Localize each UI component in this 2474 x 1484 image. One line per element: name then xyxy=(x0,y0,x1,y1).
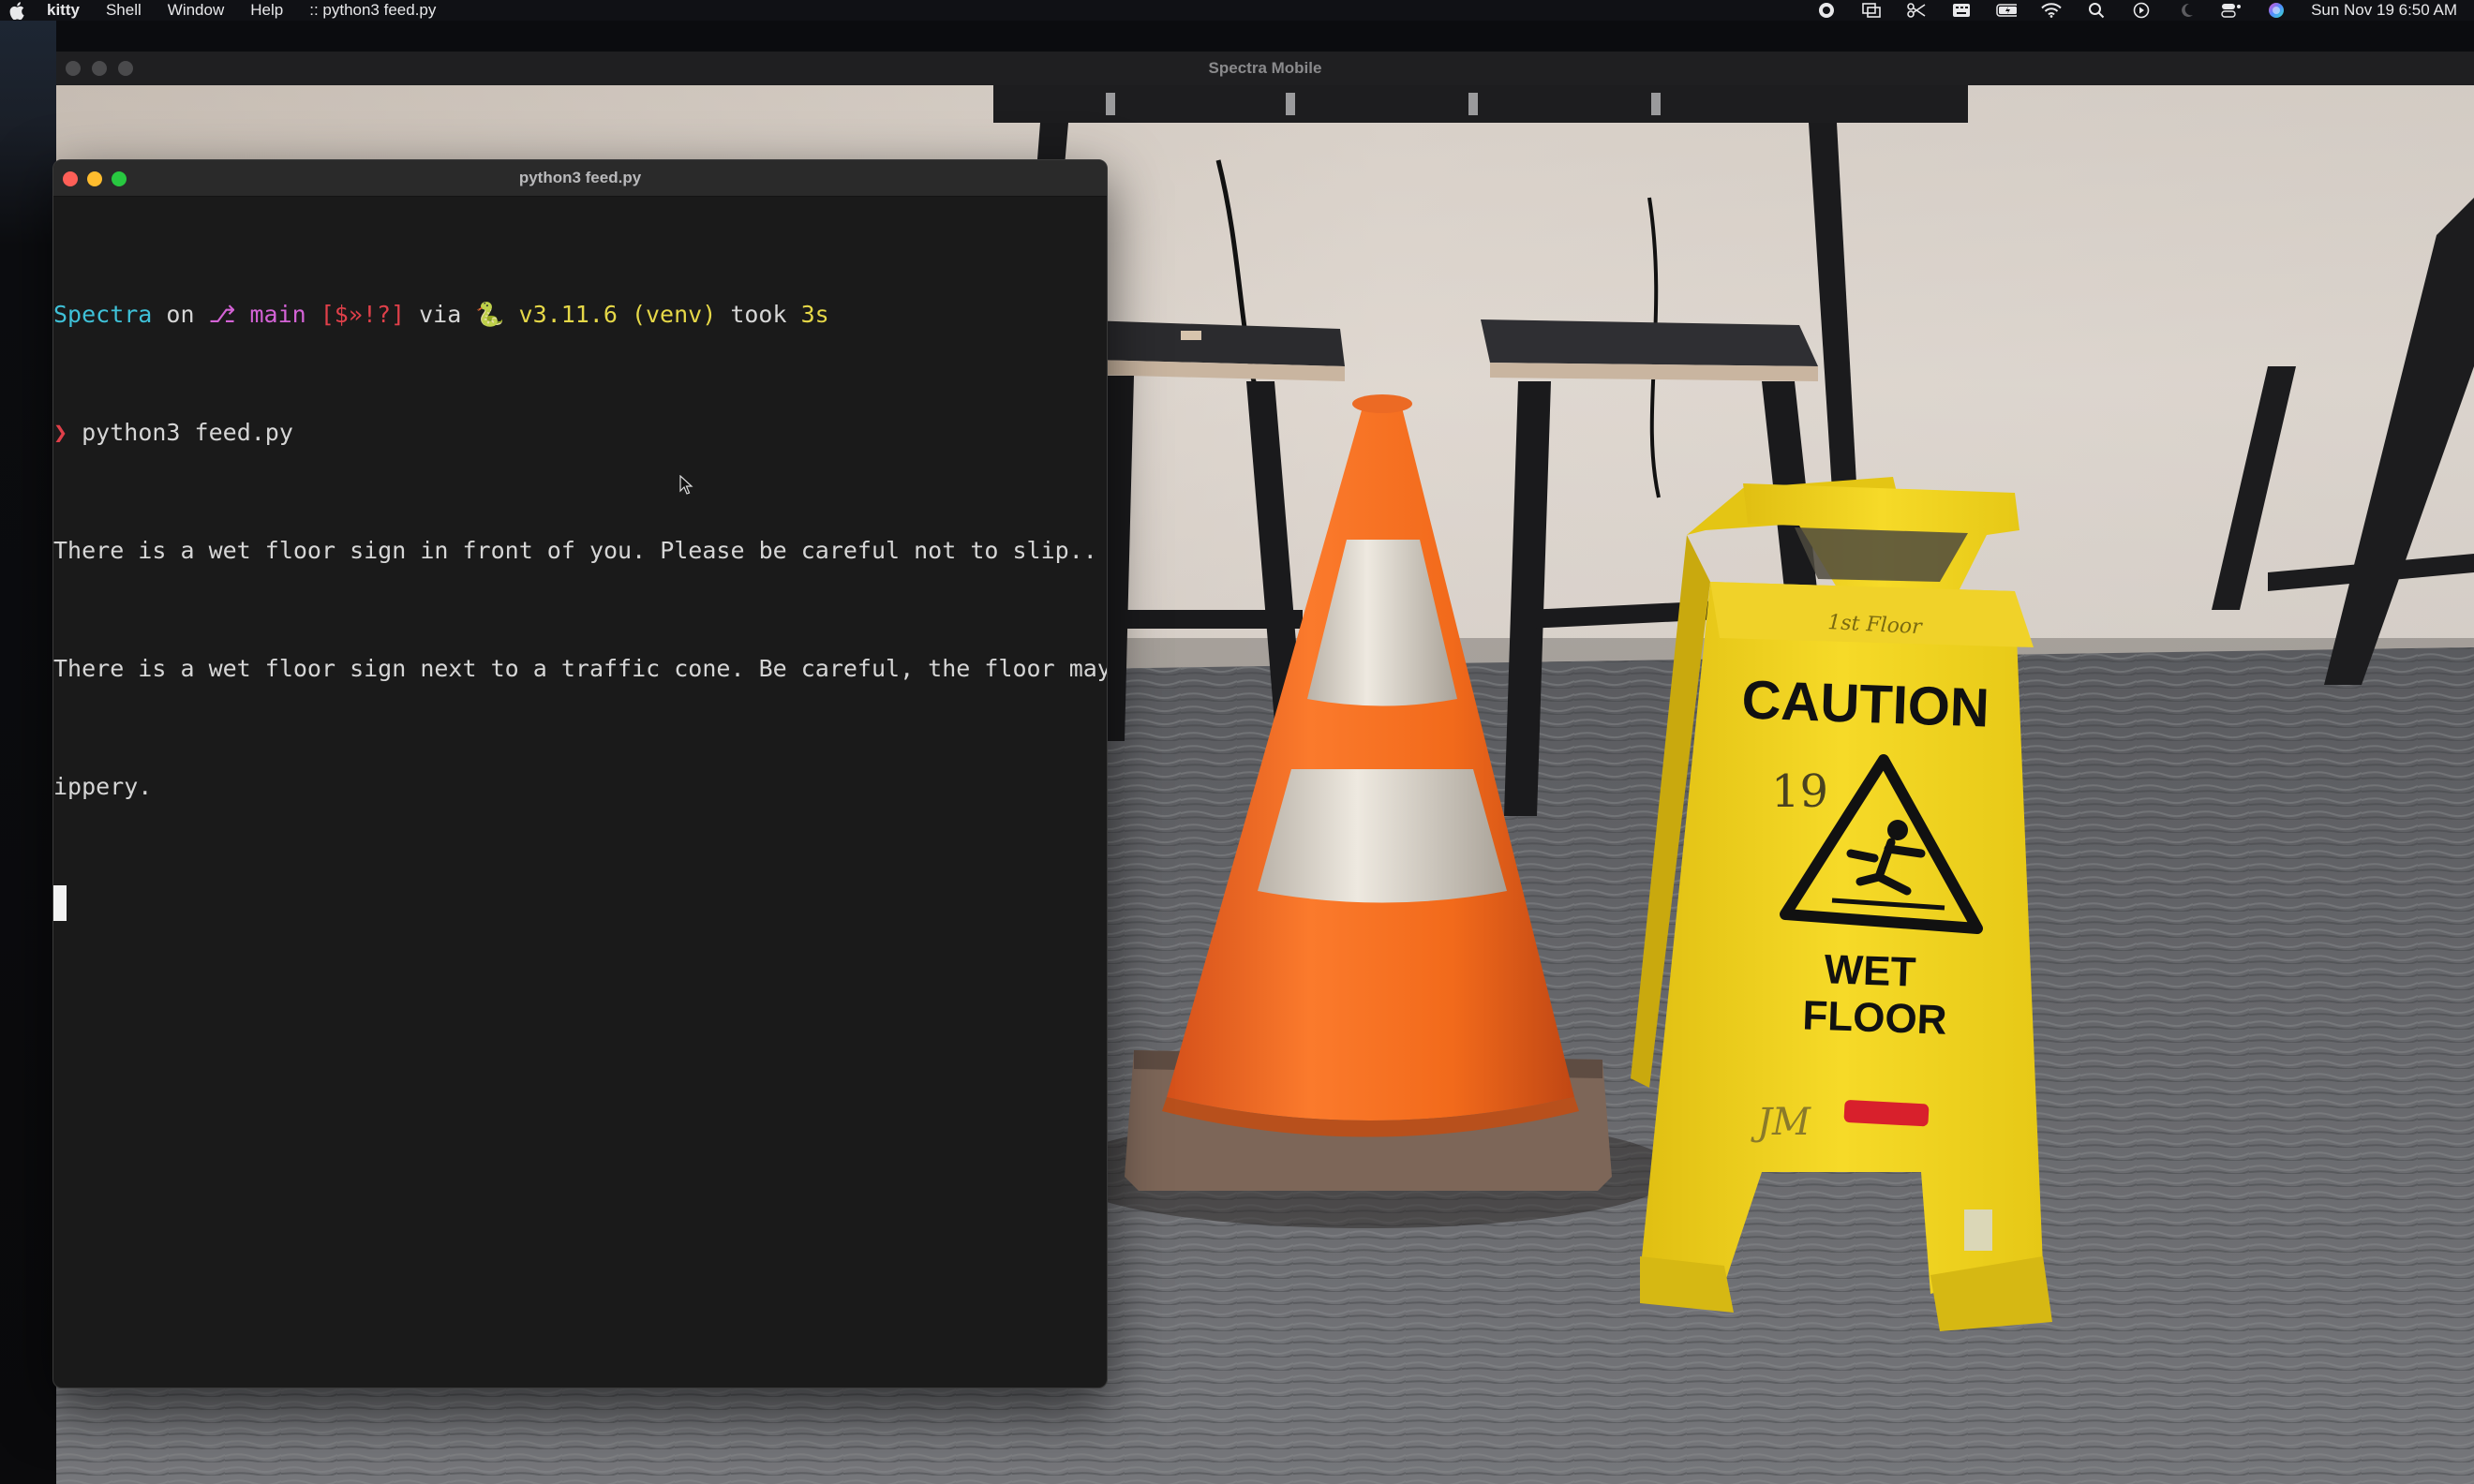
sign-floor-text: FLOOR xyxy=(1802,992,1948,1043)
prompt-via: via xyxy=(419,301,462,328)
prompt-chevron-icon: ❯ xyxy=(53,419,68,446)
menu-bar: kitty Shell Window Help :: python3 feed.… xyxy=(0,0,2474,21)
prompt-branch: main xyxy=(249,301,306,328)
menu-app-name[interactable]: kitty xyxy=(47,1,80,20)
wifi-icon[interactable] xyxy=(2041,2,2062,19)
brand-logo xyxy=(1843,1100,1930,1127)
spectra-window-title: Spectra Mobile xyxy=(1208,59,1322,77)
terminal-cursor xyxy=(53,885,67,921)
siri-icon[interactable] xyxy=(2266,2,2287,19)
spectra-titlebar[interactable]: Spectra Mobile xyxy=(56,52,2474,86)
cursor-line xyxy=(53,885,1107,925)
sign-wet-text: WET xyxy=(1824,946,1917,995)
terminal-output[interactable]: Spectra on ⎇ main [$»!?] via 🐍 v3.11.6 (… xyxy=(53,216,1107,1003)
menu-clock[interactable]: Sun Nov 19 6:50 AM xyxy=(2311,1,2457,20)
apple-icon[interactable] xyxy=(9,1,28,20)
command-text: python3 feed.py xyxy=(82,419,293,446)
git-branch-icon: ⎇ xyxy=(208,301,236,328)
prompt-line: Spectra on ⎇ main [$»!?] via 🐍 v3.11.6 (… xyxy=(53,295,1107,334)
control-center-icon[interactable] xyxy=(2221,2,2242,19)
prompt-git-status: [$»!?] xyxy=(320,301,406,328)
mouse-pointer-icon xyxy=(679,475,693,495)
scissors-icon[interactable] xyxy=(1906,2,1927,19)
prompt-duration: 3s xyxy=(800,301,829,328)
play-icon[interactable] xyxy=(2131,2,2152,19)
prompt-on: on xyxy=(166,301,195,328)
sign-handwritten-top: 1st Floor xyxy=(1827,611,1924,639)
terminal-titlebar[interactable]: python3 feed.py xyxy=(53,160,1107,197)
terminal-title: python3 feed.py xyxy=(518,169,642,186)
status-area: Sun Nov 19 6:50 AM xyxy=(1816,1,2465,20)
sign-initials: JM xyxy=(1751,1101,1811,1144)
record-icon[interactable] xyxy=(1816,2,1837,19)
python-icon: 🐍 xyxy=(475,301,505,328)
screen-mirror-icon[interactable] xyxy=(1861,2,1882,19)
menu-shell[interactable]: Shell xyxy=(106,1,142,20)
prompt-python-version: v3.11.6 (venv) xyxy=(518,301,717,328)
battery-icon[interactable] xyxy=(1996,2,2018,19)
prompt-took: took xyxy=(730,301,787,328)
command-line: ❯ python3 feed.py xyxy=(53,413,1107,453)
menu-active-title[interactable]: :: python3 feed.py xyxy=(309,1,436,20)
prompt-directory: Spectra xyxy=(53,301,153,328)
terminal-window: python3 feed.py Spectra on ⎇ main [$»!?]… xyxy=(52,159,1108,1388)
sign-number: 19 xyxy=(1771,765,1828,818)
desktop-background xyxy=(0,21,56,1484)
menu-window[interactable]: Window xyxy=(168,1,224,20)
moon-icon[interactable] xyxy=(2176,2,2197,19)
keyboard-icon[interactable] xyxy=(1951,2,1972,19)
output-line: There is a wet floor sign next to a traf… xyxy=(53,655,1108,682)
search-icon[interactable] xyxy=(2086,2,2107,19)
menu-help[interactable]: Help xyxy=(250,1,283,20)
output-line: There is a wet floor sign in front of yo… xyxy=(53,537,1097,564)
output-line: ippery. xyxy=(53,773,153,800)
sign-caution-text: CAUTION xyxy=(1741,669,1990,738)
